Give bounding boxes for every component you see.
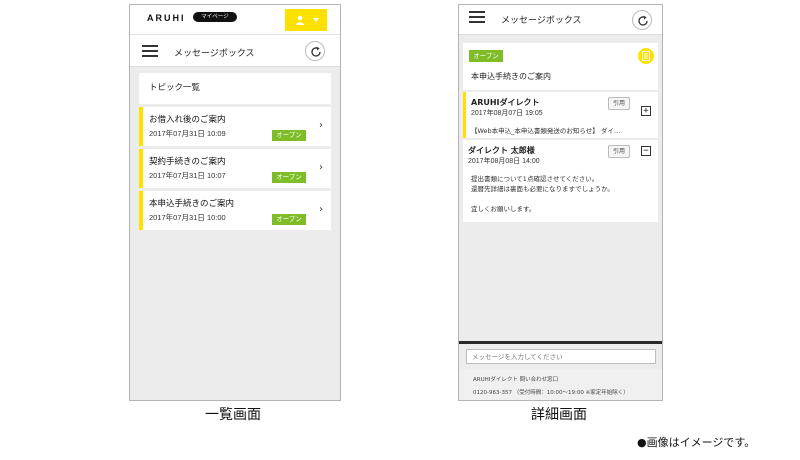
refresh-button[interactable] [305, 41, 325, 61]
message-body-line [471, 194, 614, 204]
document-icon [642, 51, 650, 61]
refresh-icon [638, 15, 648, 26]
topic-date: 2017年07月31日 10:09 [149, 129, 226, 138]
chevron-right-icon: › [319, 162, 323, 173]
topic-item[interactable]: 契約手続きのご案内 2017年07月31日 10:07 オープン › [139, 149, 331, 188]
message-body-line: 提出書類について1点確認させてください。 [471, 175, 599, 183]
open-badge: オープン [272, 130, 306, 141]
divider [459, 341, 662, 344]
chevron-right-icon: › [319, 120, 323, 131]
open-badge: オープン [272, 214, 306, 225]
message-body: 提出書類について1点確認させてください。 還暦先詳細は裏面も必要になりますでしょ… [471, 174, 614, 214]
message-item[interactable]: ARUHIダイレクト 2017年08月07日 19:05 引用 + 【Web本申… [463, 92, 658, 138]
open-badge: オープン [272, 172, 306, 183]
aruhi-logo: ARUHI [147, 13, 186, 23]
message-sender: ダイレクト 太郎様 [468, 146, 535, 155]
topic-item[interactable]: 本申込手続きのご案内 2017年07月31日 10:00 オープン › [139, 191, 331, 230]
page-title: メッセージボックス [174, 49, 255, 59]
app-header: ARUHI マイページ [130, 5, 340, 35]
message-item[interactable]: ダイレクト 太郎様 2017年08月08日 14:00 引用 − 提出書類につい… [463, 140, 658, 222]
detail-screen: メッセージボックス オープン 本申込手続きのご案内 ARUHIダイレクト 201… [458, 4, 663, 401]
message-sender: ARUHIダイレクト [471, 98, 540, 107]
detail-screen-caption: 詳細画面 [531, 407, 587, 423]
topic-list-header: トピック一覧 [139, 73, 331, 104]
page-title: メッセージボックス [501, 16, 582, 26]
list-screen-caption: 一覧画面 [205, 407, 261, 423]
quote-button[interactable]: 引用 [608, 145, 630, 158]
topic-title: 契約手続きのご案内 [149, 157, 226, 167]
message-date: 2017年08月07日 19:05 [471, 110, 543, 117]
collapse-icon[interactable]: − [641, 146, 651, 156]
quote-button[interactable]: 引用 [608, 97, 630, 110]
message-body-line: 宜しくお願いします。 [471, 205, 536, 213]
footer-contact-phone: 0120-963-357 （受付時間：10:00〜19:00 ※家定年始除く） [473, 390, 629, 396]
image-note: ●画像はイメージです。 [637, 436, 756, 449]
document-button[interactable] [638, 48, 654, 64]
topic-title: 本申込手続きのご案内 [471, 72, 551, 81]
message-preview: 【Web本申込_本申込書類発送のお知らせ】 ダイ… [471, 127, 621, 135]
user-menu-button[interactable] [285, 9, 327, 31]
message-date: 2017年08月08日 14:00 [468, 158, 540, 165]
message-input[interactable] [466, 349, 656, 364]
message-body-line: 還暦先詳細は裏面も必要になりますでしょうか。 [471, 185, 614, 193]
topic-date: 2017年07月31日 10:00 [149, 213, 226, 222]
footer-contact-title: ARUHIダイレクト 問い合わせ窓口 [473, 377, 559, 383]
expand-icon[interactable]: + [641, 106, 651, 116]
refresh-button[interactable] [632, 10, 652, 30]
chevron-down-icon [313, 18, 319, 22]
menu-icon[interactable] [142, 45, 158, 57]
topic-header-card: オープン 本申込手続きのご案内 [463, 43, 658, 90]
user-icon [295, 15, 305, 25]
refresh-icon [311, 46, 321, 57]
contact-footer: ARUHIダイレクト 問い合わせ窓口 0120-963-357 （受付時間：10… [459, 369, 662, 400]
menu-icon[interactable] [469, 11, 485, 23]
topic-item[interactable]: お借入れ後のご案内 2017年07月31日 10:09 オープン › [139, 107, 331, 146]
open-badge: オープン [469, 50, 503, 62]
mypage-label[interactable]: マイページ [193, 12, 237, 22]
chevron-right-icon: › [319, 204, 323, 215]
topic-date: 2017年07月31日 10:07 [149, 171, 226, 180]
topic-title: お借入れ後のご案内 [149, 115, 226, 125]
list-screen: ARUHI マイページ メッセージボックス トピック一覧 お借入れ後のご案内 2… [129, 4, 341, 401]
topic-title: 本申込手続きのご案内 [149, 199, 235, 209]
title-bar: メッセージボックス [459, 5, 662, 35]
title-bar: メッセージボックス [130, 35, 340, 67]
